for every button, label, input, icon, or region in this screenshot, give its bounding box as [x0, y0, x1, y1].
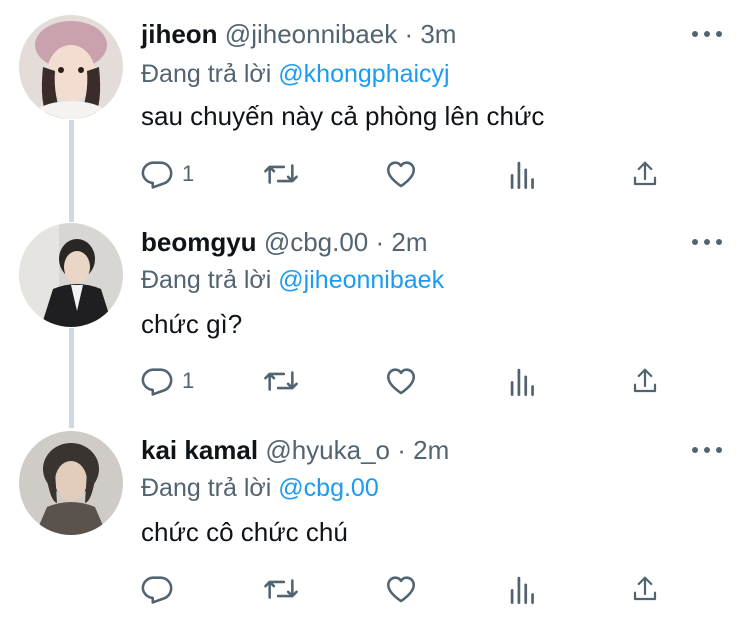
replying-to-label: Đang trả lời [141, 474, 272, 502]
reply-button[interactable] [140, 572, 174, 606]
views-icon [510, 576, 534, 604]
like-button[interactable] [384, 572, 418, 606]
retweet-icon [264, 579, 298, 599]
reply-icon [141, 576, 173, 604]
retweet-button[interactable] [262, 572, 300, 606]
author-name[interactable]: kai kamal [141, 435, 258, 465]
views-button[interactable] [508, 572, 538, 606]
replying-to-mention[interactable]: @cbg.00 [278, 474, 378, 502]
author-handle[interactable]: @hyuka_o [265, 435, 390, 465]
tweet-text: chức cô chức chú [141, 517, 348, 547]
avatar[interactable] [19, 431, 123, 535]
tweet[interactable]: kai kamal @hyuka_o · 2m Đang trả lời @cb… [0, 0, 750, 617]
share-icon [633, 576, 657, 601]
more-icon[interactable] [692, 440, 722, 460]
timestamp[interactable]: 2m [413, 435, 449, 465]
share-button[interactable] [630, 572, 660, 606]
separator-dot: · [397, 435, 406, 465]
like-icon [386, 576, 416, 603]
